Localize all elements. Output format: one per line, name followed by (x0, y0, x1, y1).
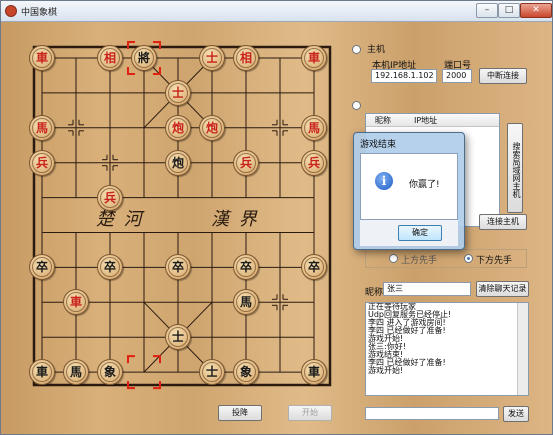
bottom-first-label: 下方先手 (476, 256, 513, 266)
game-over-dialog: 游戏结束 i 你赢了! 确定 (353, 132, 465, 250)
piece-black[interactable]: 車 (29, 359, 55, 386)
client-mode-radio[interactable] (352, 101, 361, 110)
piece-red[interactable]: 炮 (165, 114, 191, 141)
dialog-body: i 你赢了! (360, 153, 458, 220)
dialog-message: 你赢了! (409, 180, 440, 190)
nickname-column-header[interactable]: 昵称 (375, 115, 391, 126)
piece-red[interactable]: 士 (199, 45, 225, 71)
host-mode-radio[interactable] (352, 45, 361, 54)
minimize-icon: – (484, 5, 490, 15)
piece-red[interactable]: 馬 (301, 114, 327, 141)
close-button[interactable]: ✕ (520, 3, 552, 18)
piece-red[interactable]: 兵 (97, 184, 123, 211)
piece-black[interactable]: 炮 (165, 149, 191, 176)
nickname-input[interactable]: 张三 (383, 282, 471, 296)
piece-black[interactable]: 將 (131, 45, 157, 71)
info-icon: i (375, 172, 393, 190)
ip-column-header[interactable]: IP地址 (414, 115, 437, 126)
chat-log[interactable]: 正在等待玩家 Udp回复服务已经停止! 李四 进入了游戏房间! 李四 已经做好了准备!… (365, 302, 529, 396)
chat-line: 游戏开始! (368, 366, 404, 375)
bottom-first-radio[interactable] (464, 254, 473, 263)
send-button[interactable]: 发送 (503, 406, 529, 422)
piece-red[interactable]: 兵 (301, 149, 327, 176)
clear-chat-button[interactable]: 清除聊天记录 (476, 281, 529, 297)
chat-input[interactable] (365, 407, 499, 420)
connect-host-button[interactable]: 连接主机 (479, 214, 527, 230)
app-window: 中国象棋 – □ ✕ 楚 河 漢 界 車相將士相車士馬炮炮馬兵炮兵兵兵卒卒卒卒卒… (0, 0, 553, 435)
piece-black[interactable]: 馬 (63, 359, 89, 386)
river-right-text: 漢 界 (211, 209, 259, 230)
piece-red[interactable]: 車 (29, 45, 55, 71)
host-port-field[interactable]: 2000 (442, 69, 472, 83)
piece-black[interactable]: 車 (301, 359, 327, 386)
dialog-footer: 确定 (360, 220, 458, 246)
chat-scrollbar[interactable] (517, 303, 528, 395)
host-ip-field[interactable]: 192.168.1.102 (371, 69, 437, 83)
minimize-button[interactable]: – (476, 3, 498, 18)
chat-lines: 正在等待玩家 Udp回复服务已经停止! 李四 进入了游戏房间! 李四 已经做好了准备!… (366, 303, 528, 375)
piece-black[interactable]: 象 (233, 359, 259, 386)
piece-black[interactable]: 士 (199, 359, 225, 386)
top-first-radio[interactable] (389, 254, 398, 263)
start-button[interactable]: 开始 (288, 405, 332, 421)
disconnect-button[interactable]: 中断连接 (479, 68, 527, 84)
piece-red[interactable]: 相 (97, 45, 123, 71)
dialog-title: 游戏结束 (360, 140, 397, 150)
close-icon: ✕ (532, 5, 540, 15)
piece-red[interactable]: 兵 (29, 149, 55, 176)
maximize-icon: □ (504, 5, 514, 15)
piece-red[interactable]: 兵 (233, 149, 259, 176)
maximize-button[interactable]: □ (498, 3, 520, 18)
top-first-label: 上方先手 (401, 256, 438, 266)
piece-red[interactable]: 士 (165, 79, 191, 106)
resign-button[interactable]: 投降 (218, 405, 262, 421)
piece-black[interactable]: 象 (97, 359, 123, 386)
host-label: 主机 (367, 45, 386, 55)
piece-black[interactable]: 士 (165, 324, 191, 351)
piece-red[interactable]: 馬 (29, 114, 55, 141)
piece-red[interactable]: 相 (233, 45, 259, 71)
dialog-ok-button[interactable]: 确定 (398, 225, 442, 241)
search-lan-hosts-button[interactable]: 搜索局域网主机 (507, 123, 523, 213)
piece-red[interactable]: 車 (301, 45, 327, 71)
piece-red[interactable]: 炮 (199, 114, 225, 141)
